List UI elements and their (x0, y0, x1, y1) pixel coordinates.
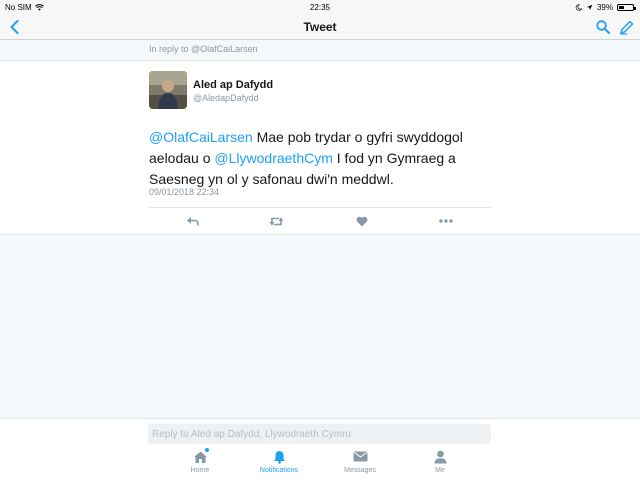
avatar[interactable] (149, 71, 187, 109)
nav-bar: Tweet (0, 14, 640, 40)
notification-dot (205, 448, 209, 452)
like-icon (356, 216, 368, 226)
reply-input[interactable] (148, 424, 491, 444)
chevron-left-icon (10, 20, 18, 34)
search-icon (596, 20, 610, 34)
battery-fill (619, 6, 625, 9)
tweet-detail: Aled ap Dafydd @AledapDafydd @OlafCaiLar… (0, 60, 640, 235)
tab-home[interactable]: Home (170, 448, 230, 478)
author-name[interactable]: Aled ap Dafydd (193, 79, 273, 91)
tweet-timestamp: 09/01/2018 22:34 (149, 187, 220, 197)
mention-link[interactable]: @LlywodraethCym (214, 150, 332, 166)
tab-label: Messages (344, 467, 376, 474)
tab-me[interactable]: Me (410, 448, 470, 478)
reply-composer (0, 418, 640, 446)
more-button[interactable] (435, 212, 457, 230)
compose-button[interactable] (616, 17, 636, 37)
tab-label: Home (190, 467, 210, 474)
tweet-actions (149, 207, 491, 235)
tab-bar: Home Notifications Messages Me (0, 446, 640, 480)
battery-percent: 39% (596, 3, 613, 12)
avatar-image (149, 71, 187, 109)
more-icon (439, 219, 453, 223)
reply-context-bar: In reply to @OlafCaiLarsen (0, 41, 640, 60)
reply-button[interactable] (181, 212, 203, 230)
page-title: Tweet (303, 20, 337, 34)
like-button[interactable] (351, 212, 373, 230)
tab-messages[interactable]: Messages (330, 448, 390, 478)
tweet-text: @OlafCaiLarsen Mae pob trydar o gyfri sw… (149, 127, 489, 190)
tab-label: Me (435, 467, 445, 474)
compose-icon (619, 20, 633, 35)
battery-icon (617, 4, 636, 11)
retweet-button[interactable] (265, 212, 287, 230)
bell-icon (270, 448, 288, 465)
author-handle[interactable]: @AledapDafydd (193, 93, 259, 103)
status-bar: No SIM 22:35 39% (0, 0, 640, 14)
mention-link[interactable]: @OlafCaiLarsen (149, 129, 253, 145)
location-arrow-icon (586, 4, 593, 11)
tab-label: Notifications (259, 467, 299, 474)
person-icon (431, 448, 449, 465)
status-time: 22:35 (309, 3, 331, 12)
back-button[interactable] (4, 17, 24, 37)
moon-icon (575, 4, 582, 11)
search-button[interactable] (593, 17, 613, 37)
tab-notifications[interactable]: Notifications (249, 448, 309, 478)
reply-icon (186, 217, 199, 226)
status-bar-right: 39% (575, 3, 636, 12)
envelope-icon (351, 448, 369, 465)
reply-context-label[interactable]: In reply to @OlafCaiLarsen (149, 44, 258, 54)
retweet-icon (269, 217, 283, 225)
home-icon (191, 448, 209, 465)
